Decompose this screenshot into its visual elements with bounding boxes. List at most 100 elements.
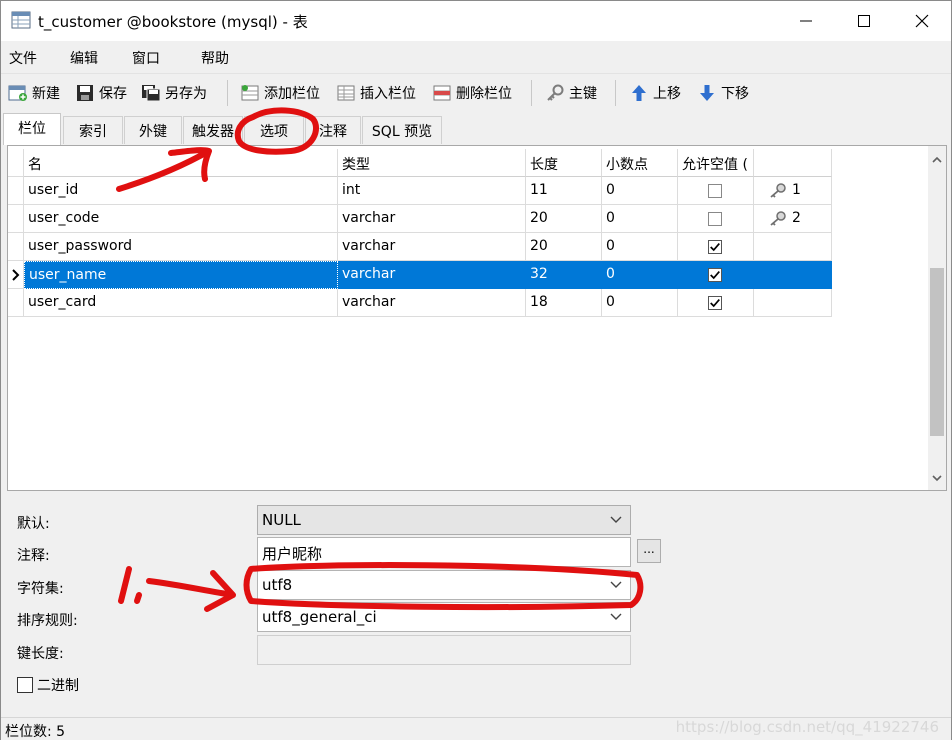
cell-nullable[interactable] xyxy=(678,233,754,261)
move-down-button[interactable]: 下移 xyxy=(697,82,749,104)
checkmark-icon xyxy=(710,299,720,308)
cell-name[interactable]: user_code xyxy=(24,205,338,233)
default-value: NULL xyxy=(262,511,301,529)
cell-decimal[interactable]: 0 xyxy=(602,289,678,317)
cell-name[interactable]: user_password xyxy=(24,233,338,261)
move-up-button[interactable]: 上移 xyxy=(629,82,681,104)
nullable-checkbox[interactable] xyxy=(708,212,722,226)
tab-foreign-keys[interactable]: 外键 xyxy=(124,116,182,144)
toolbar: 新建 保存 另存为 添加栏位 插入栏位 删除栏位 主键 上移 下移 xyxy=(1,73,951,111)
cell-key xyxy=(754,233,832,261)
cell-decimal[interactable]: 0 xyxy=(602,233,678,261)
binary-option[interactable]: 二进制 xyxy=(17,675,79,695)
scroll-up-icon[interactable] xyxy=(931,154,943,166)
default-select[interactable]: NULL xyxy=(257,505,631,535)
cell-type[interactable]: varchar xyxy=(338,205,526,233)
vertical-scrollbar[interactable] xyxy=(928,146,946,490)
cell-length[interactable]: 32 xyxy=(526,261,602,289)
menu-help[interactable]: 帮助 xyxy=(201,48,229,68)
key-length-input[interactable] xyxy=(257,635,631,665)
collation-value: utf8_general_ci xyxy=(262,608,377,626)
cell-type[interactable]: varchar xyxy=(338,289,526,317)
tab-comments[interactable]: 注释 xyxy=(305,116,361,144)
cell-type[interactable]: varchar xyxy=(338,233,526,261)
field-properties-panel: 默认: NULL 注释: 用户昵称 ... 字符集: utf8 排序规则: ut… xyxy=(1,493,951,713)
cell-name[interactable]: user_name xyxy=(24,261,338,289)
cell-decimal[interactable]: 0 xyxy=(602,177,678,205)
menu-file[interactable]: 文件 xyxy=(9,48,37,68)
cell-nullable[interactable] xyxy=(678,177,754,205)
minimize-button[interactable] xyxy=(777,1,835,41)
table-row[interactable]: user_id int 11 0 1 xyxy=(8,177,832,205)
cell-length[interactable]: 11 xyxy=(526,177,602,205)
cell-key xyxy=(754,289,832,317)
tab-sql-preview[interactable]: SQL 预览 xyxy=(362,116,442,144)
new-label: 新建 xyxy=(32,86,60,102)
menu-window[interactable]: 窗口 xyxy=(132,48,160,68)
menu-edit[interactable]: 编辑 xyxy=(70,48,98,68)
close-icon xyxy=(915,14,929,28)
save-label: 保存 xyxy=(99,86,127,102)
charset-value: utf8 xyxy=(262,576,293,594)
tab-fields[interactable]: 栏位 xyxy=(3,113,61,145)
cell-nullable[interactable] xyxy=(678,289,754,317)
cell-nullable[interactable] xyxy=(678,261,754,289)
current-row-indicator-icon xyxy=(12,269,20,281)
tab-indexes[interactable]: 索引 xyxy=(63,116,123,144)
binary-checkbox[interactable] xyxy=(17,677,33,693)
cell-decimal[interactable]: 0 xyxy=(602,261,678,289)
nullable-checkbox-checked[interactable] xyxy=(708,296,722,310)
new-button[interactable]: 新建 xyxy=(8,82,60,104)
header-length[interactable]: 长度 xyxy=(526,149,602,177)
table-row-selected[interactable]: user_name varchar 32 0 xyxy=(8,261,832,289)
cell-nullable[interactable] xyxy=(678,205,754,233)
header-type[interactable]: 类型 xyxy=(338,149,526,177)
delete-field-button[interactable]: 删除栏位 xyxy=(432,82,512,104)
cell-name[interactable]: user_id xyxy=(24,177,338,205)
table-row[interactable]: user_password varchar 20 0 xyxy=(8,233,832,261)
save-as-button[interactable]: 另存为 xyxy=(141,82,207,104)
chevron-down-icon xyxy=(610,581,622,588)
cell-decimal[interactable]: 0 xyxy=(602,205,678,233)
cell-key: 2 xyxy=(754,205,832,233)
save-button[interactable]: 保存 xyxy=(75,82,127,104)
comment-input[interactable]: 用户昵称 xyxy=(257,537,631,567)
header-name[interactable]: 名 xyxy=(24,149,338,177)
scroll-down-icon[interactable] xyxy=(931,472,943,484)
insert-field-icon xyxy=(337,85,355,101)
collation-select[interactable]: utf8_general_ci xyxy=(257,602,631,632)
cell-type[interactable]: int xyxy=(338,177,526,205)
comment-value: 用户昵称 xyxy=(262,545,323,563)
nullable-checkbox-checked[interactable] xyxy=(708,268,722,282)
key-icon xyxy=(770,183,786,198)
move-up-label: 上移 xyxy=(653,86,681,102)
checkmark-icon xyxy=(710,271,720,280)
cell-length[interactable]: 20 xyxy=(526,205,602,233)
tab-strip: 栏位 索引 外键 触发器 选项 注释 SQL 预览 xyxy=(1,113,951,145)
comment-edit-button[interactable]: ... xyxy=(637,539,661,563)
nullable-checkbox[interactable] xyxy=(708,184,722,198)
add-field-button[interactable]: 添加栏位 xyxy=(240,82,320,104)
table-row[interactable]: user_card varchar 18 0 xyxy=(8,289,832,317)
header-decimal[interactable]: 小数点 xyxy=(602,149,678,177)
cell-length[interactable]: 20 xyxy=(526,233,602,261)
primary-key-button[interactable]: 主键 xyxy=(545,82,597,104)
cell-length[interactable]: 18 xyxy=(526,289,602,317)
table-row[interactable]: user_code varchar 20 0 2 xyxy=(8,205,832,233)
chevron-down-icon xyxy=(610,613,622,620)
checkmark-icon xyxy=(710,243,720,252)
header-nullable[interactable]: 允许空值 ( xyxy=(678,149,754,177)
chevron-down-icon xyxy=(610,516,622,523)
scrollbar-thumb[interactable] xyxy=(930,268,944,436)
cell-type[interactable]: varchar xyxy=(338,261,526,289)
charset-select[interactable]: utf8 xyxy=(257,570,631,600)
nullable-checkbox-checked[interactable] xyxy=(708,240,722,254)
close-button[interactable] xyxy=(893,1,951,41)
insert-field-button[interactable]: 插入栏位 xyxy=(336,82,416,104)
tab-triggers[interactable]: 触发器 xyxy=(183,116,243,144)
row-header xyxy=(8,205,24,233)
cell-name[interactable]: user_card xyxy=(24,289,338,317)
maximize-button[interactable] xyxy=(835,1,893,41)
key-length-label: 键长度: xyxy=(17,646,64,662)
tab-options[interactable]: 选项 xyxy=(244,116,304,144)
